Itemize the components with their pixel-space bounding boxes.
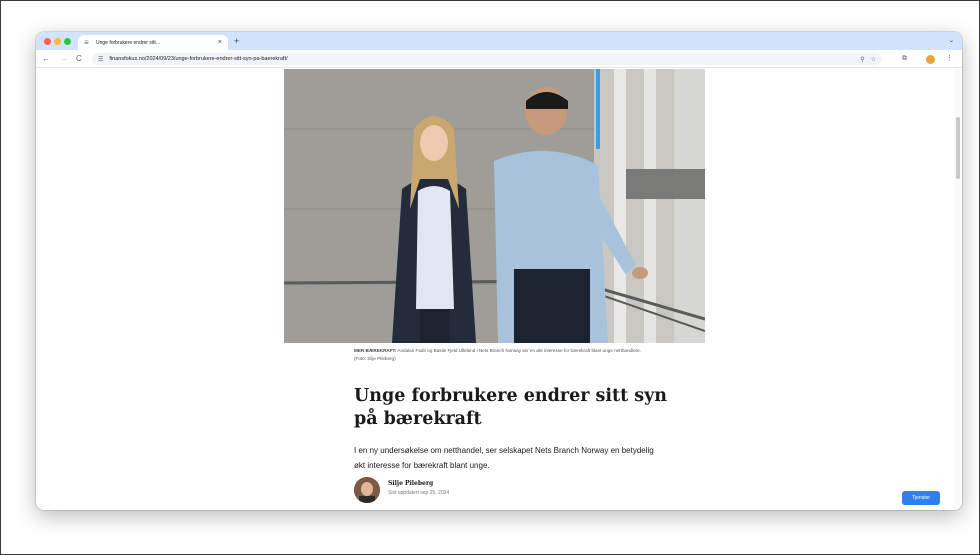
scrollbar[interactable]	[954, 69, 962, 510]
back-icon[interactable]: ←	[42, 54, 50, 64]
page-viewport: MER BÆREKRAFT: Andalan Fadir og Basile F…	[36, 69, 962, 510]
tab-strip: ≡ Unge forbrukere endrer sitt… × + ⌄	[36, 32, 962, 50]
bookmark-star-icon[interactable]: ☆	[871, 56, 876, 63]
caption-label: MER BÆREKRAFT:	[354, 348, 397, 353]
favicon-icon: ≡	[84, 37, 89, 47]
article-headline: Unge forbrukere endrer sitt syn på bærek…	[354, 386, 668, 429]
url-text[interactable]: finansfokus.no/2024/09/23/unge-forbruker…	[109, 56, 854, 62]
close-window-button[interactable]	[44, 38, 51, 45]
browser-toolbar: ← → C ☰ finansfokus.no/2024/09/23/unge-f…	[36, 50, 962, 68]
author-meta: Silje Pileberg Sist oppdatert sep 25, 20…	[388, 477, 449, 496]
tab-active[interactable]: ≡ Unge forbrukere endrer sitt… ×	[78, 35, 228, 50]
tab-title: Unge forbrukere endrer sitt…	[96, 39, 161, 46]
scrollbar-thumb[interactable]	[956, 117, 960, 179]
author-avatar[interactable]	[354, 477, 380, 503]
zoom-icon[interactable]: ⚲	[860, 56, 864, 63]
hero-image	[284, 69, 705, 343]
hero-photo-illustration	[284, 69, 705, 343]
caption-text: Andalan Fadir og Basile Fjeld Ulleland i…	[354, 348, 642, 361]
forward-icon[interactable]: →	[60, 54, 68, 64]
address-bar[interactable]: ☰ finansfokus.no/2024/09/23/unge-forbruk…	[92, 53, 882, 65]
profile-avatar[interactable]	[926, 55, 935, 64]
author-photo	[354, 477, 380, 503]
article-lead: I en ny undersøkelse om netthandel, ser …	[354, 446, 654, 470]
tab-search-chevron-icon[interactable]: ⌄	[949, 37, 954, 44]
author-byline: Silje Pileberg Sist oppdatert sep 25, 20…	[354, 477, 449, 503]
minimize-window-button[interactable]	[54, 38, 61, 45]
browser-window: ≡ Unge forbrukere endrer sitt… × + ⌄ ← →…	[36, 32, 962, 510]
site-info-icon[interactable]: ☰	[98, 56, 103, 63]
updated-date: Sist oppdatert sep 25, 2024	[388, 490, 450, 496]
browser-menu-icon[interactable]: ⋮	[946, 54, 953, 64]
image-caption: MER BÆREKRAFT: Andalan Fadir og Basile F…	[354, 347, 654, 363]
extensions-icon[interactable]: ⧉	[902, 54, 907, 64]
author-name[interactable]: Silje Pileberg	[388, 480, 449, 487]
services-button[interactable]: Tjenster	[902, 491, 940, 505]
zoom-window-button[interactable]	[64, 38, 71, 45]
tab-close-icon[interactable]: ×	[218, 39, 222, 46]
reload-icon[interactable]: C	[76, 54, 82, 64]
new-tab-button[interactable]: +	[234, 36, 239, 46]
